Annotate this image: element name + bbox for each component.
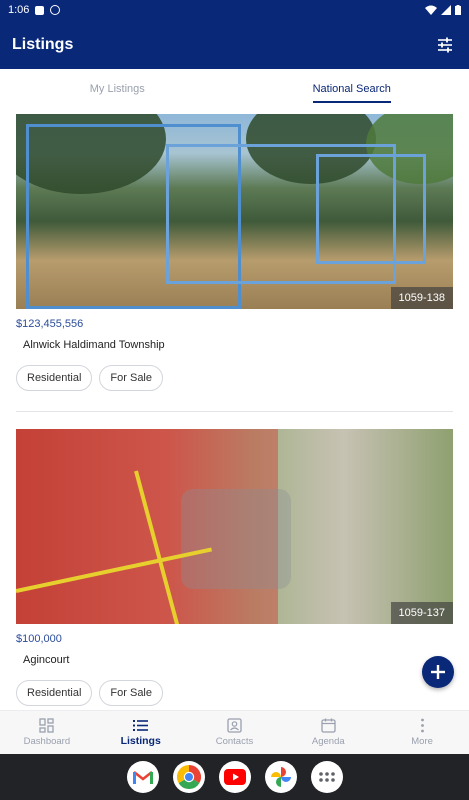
contact-card-icon: [227, 718, 242, 733]
photos-icon[interactable]: [264, 761, 297, 793]
nav-label: Agenda: [311, 736, 345, 747]
listing-tabs: My Listings National Search: [0, 69, 469, 109]
nav-dashboard[interactable]: Dashboard: [0, 711, 94, 754]
listing-photo[interactable]: 1059-137: [16, 429, 453, 624]
mls-number-badge: 1059-138: [390, 287, 453, 309]
more-vertical-icon: [420, 718, 424, 733]
tag-chip-for-sale[interactable]: For Sale: [99, 365, 163, 391]
chrome-icon[interactable]: [172, 761, 205, 793]
bottom-navigation: Dashboard Listings Contacts Agenda More: [0, 710, 469, 754]
calendar-icon: [321, 718, 336, 733]
list-icon: [133, 719, 149, 731]
listing-address: Alnwick Haldimand Township: [23, 339, 165, 351]
clock: 1:06: [8, 4, 30, 16]
signal-icon: [441, 5, 451, 15]
listing-card[interactable]: 1059-138 $123,455,556 Alnwick Haldimand …: [16, 114, 453, 391]
nav-label: Listings: [120, 734, 161, 747]
tag-chip-for-sale[interactable]: For Sale: [99, 680, 163, 706]
sd-card-icon: [35, 5, 45, 15]
nav-listings[interactable]: Listings: [94, 711, 188, 754]
tab-national-search[interactable]: National Search: [235, 69, 469, 109]
nav-agenda[interactable]: Agenda: [281, 711, 375, 754]
nav-label: Contacts: [215, 736, 254, 747]
add-listing-button[interactable]: [422, 656, 454, 688]
nav-more[interactable]: More: [375, 711, 469, 754]
wifi-icon: [425, 5, 437, 15]
watermark-logo: [181, 489, 291, 589]
listing-card[interactable]: 1059-137 $100,000 Agincourt Residential …: [16, 429, 453, 706]
listing-price: $123,455,556: [16, 318, 84, 330]
listings-list[interactable]: 1059-138 $123,455,556 Alnwick Haldimand …: [0, 113, 469, 710]
status-bar: 1:06: [0, 0, 469, 20]
dashboard-icon: [39, 718, 55, 733]
app-bar: Listings: [0, 20, 469, 69]
mls-number-badge: 1059-137: [390, 602, 453, 624]
gmail-icon[interactable]: [126, 761, 159, 793]
page-title: Listings: [12, 35, 74, 53]
listing-price: $100,000: [16, 633, 62, 645]
divider: [16, 411, 453, 412]
tag-chip-residential[interactable]: Residential: [16, 680, 93, 706]
tag-chip-residential[interactable]: Residential: [16, 365, 93, 391]
sliders-icon: [438, 37, 452, 52]
listing-photo[interactable]: 1059-138: [16, 114, 453, 309]
youtube-icon[interactable]: [218, 761, 251, 793]
battery-icon: [455, 5, 461, 15]
filter-button[interactable]: [433, 33, 457, 57]
nav-contacts[interactable]: Contacts: [188, 711, 282, 754]
nav-label: Dashboard: [23, 736, 71, 747]
tab-my-listings[interactable]: My Listings: [0, 69, 235, 109]
listing-address: Agincourt: [23, 654, 70, 666]
system-dock: [0, 754, 469, 800]
nav-label: More: [411, 736, 433, 747]
app-drawer-icon[interactable]: [310, 761, 343, 793]
plus-icon: [431, 665, 445, 679]
sync-icon: [50, 5, 61, 15]
